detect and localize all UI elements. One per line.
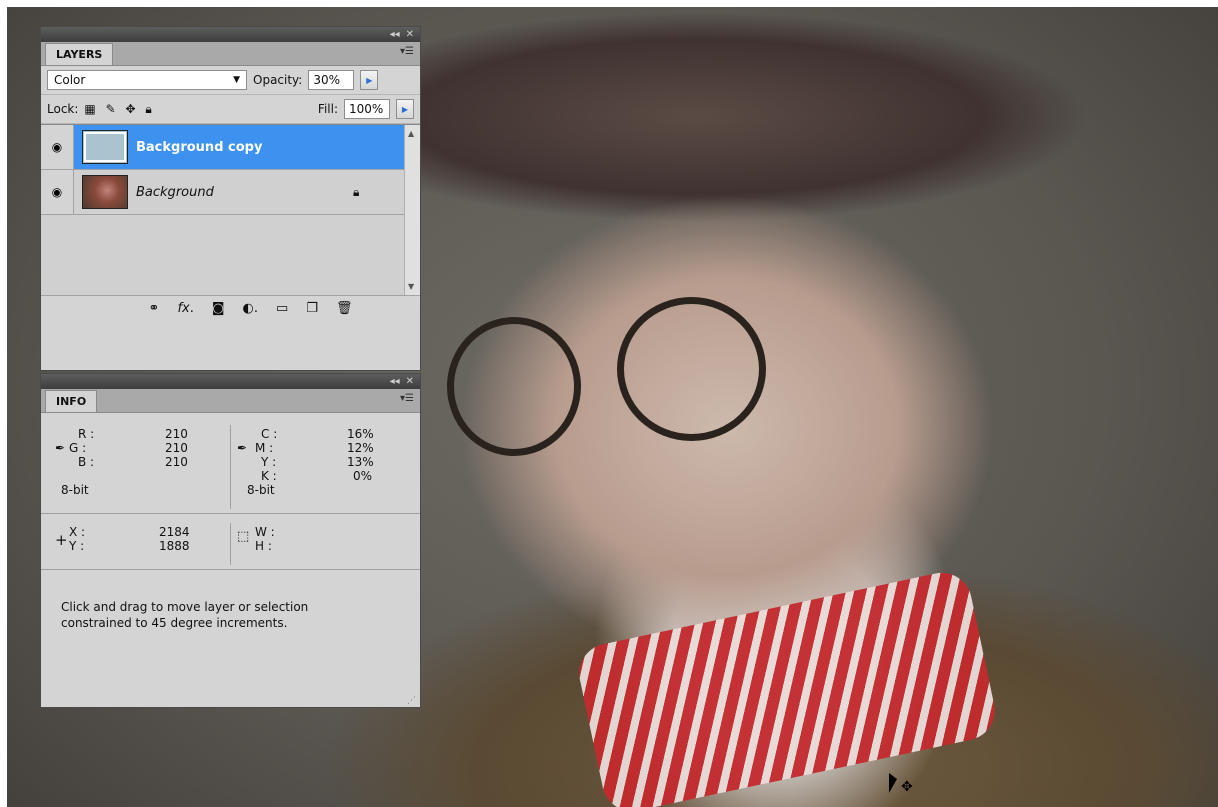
lock-all-icon[interactable]: 🔒︎ xyxy=(145,102,151,117)
layer-row-background[interactable]: ◉ Background 🔒︎ xyxy=(41,170,404,215)
info-separator xyxy=(41,513,420,514)
y-label: Y : xyxy=(261,455,277,469)
crosshair-icon: + xyxy=(55,531,68,549)
b-value: 210 xyxy=(165,455,188,469)
glasses-left-lens xyxy=(447,317,581,456)
eye-icon[interactable]: ◉ xyxy=(41,170,74,214)
layers-tab-row: LAYERS ▾☰ xyxy=(41,42,420,66)
info-panel-titlebar[interactable]: ◂◂ ✕ xyxy=(41,374,420,389)
opacity-label: Opacity: xyxy=(253,73,303,87)
cmyk-bit-depth: 8-bit xyxy=(247,483,275,497)
collapse-icon[interactable]: ◂◂ xyxy=(390,29,400,40)
status-text: Click and drag to move layer or selectio… xyxy=(61,600,309,630)
y-coord-value: 1888 xyxy=(159,539,190,553)
move-cross-icon: ✥ xyxy=(901,779,913,795)
rgb-bit-depth: 8-bit xyxy=(61,483,89,497)
glasses-right-lens xyxy=(617,297,766,441)
panel-menu-icon[interactable]: ▾☰ xyxy=(400,393,414,404)
link-layers-icon[interactable]: ⚭ xyxy=(149,301,160,316)
lock-icons: ▦ ✎ ✥ 🔒︎ xyxy=(84,102,157,117)
h-label: H : xyxy=(255,539,272,553)
info-tab-row: INFO ▾☰ xyxy=(41,389,420,413)
fill-input[interactable]: 100% xyxy=(344,99,390,119)
y-coord-label: Y : xyxy=(69,539,85,553)
y-value: 13% xyxy=(347,455,374,469)
panel-menu-icon[interactable]: ▾☰ xyxy=(400,46,414,57)
adjustment-layer-icon[interactable]: ◐. xyxy=(243,301,258,316)
r-label: R : xyxy=(78,427,95,441)
x-value: 2184 xyxy=(159,525,190,539)
close-icon[interactable]: ✕ xyxy=(406,376,414,387)
new-layer-icon[interactable]: ❐ xyxy=(306,301,318,316)
lock-transparency-icon[interactable]: ▦ xyxy=(84,102,95,116)
layers-footer: ⚭ fx. ◙ ◐. ▭ ❐ 🗑︎ xyxy=(41,295,420,320)
blend-row: Color ▼ Opacity: 30% ▶ xyxy=(41,66,420,95)
x-label: X : xyxy=(69,525,86,539)
m-label: M : xyxy=(255,441,274,455)
close-icon[interactable]: ✕ xyxy=(406,29,414,40)
layers-panel-titlebar[interactable]: ◂◂ ✕ xyxy=(41,27,420,42)
eyedropper-icon[interactable]: ✒ xyxy=(237,441,247,455)
info-divider xyxy=(230,425,231,509)
c-value: 16% xyxy=(347,427,374,441)
lock-row: Lock: ▦ ✎ ✥ 🔒︎ Fill: 100% ▶ xyxy=(41,95,420,124)
lock-position-icon[interactable]: ✥ xyxy=(125,102,135,116)
info-divider xyxy=(230,523,231,565)
c-label: C : xyxy=(261,427,278,441)
info-panel: ◂◂ ✕ INFO ▾☰ R : 210 ✒ G : 210 B : 210 8… xyxy=(40,373,421,708)
eye-icon[interactable]: ◉ xyxy=(41,125,74,169)
info-separator xyxy=(41,569,420,570)
r-value: 210 xyxy=(165,427,188,441)
m-value: 12% xyxy=(347,441,374,455)
blend-mode-select[interactable]: Color ▼ xyxy=(47,70,247,90)
trash-icon[interactable]: 🗑︎ xyxy=(336,301,353,316)
blend-mode-value: Color xyxy=(54,73,86,87)
scarf xyxy=(573,567,1001,807)
fill-slider-button[interactable]: ▶ xyxy=(396,99,414,119)
opacity-slider-button[interactable]: ▶ xyxy=(360,70,379,90)
new-group-icon[interactable]: ▭ xyxy=(276,301,288,316)
chevron-down-icon: ▼ xyxy=(233,75,240,85)
g-label: G : xyxy=(69,441,87,455)
layer-row-background-copy[interactable]: ◉ Background copy xyxy=(41,125,404,170)
info-body: R : 210 ✒ G : 210 B : 210 8-bit C : 16% … xyxy=(41,413,420,709)
layers-scrollbar[interactable]: ▲ ▼ xyxy=(404,125,420,295)
layer-thumbnail xyxy=(82,175,128,209)
add-mask-icon[interactable]: ◙ xyxy=(212,301,225,316)
layer-style-icon[interactable]: fx. xyxy=(177,301,193,316)
eyedropper-icon[interactable]: ✒ xyxy=(55,441,65,455)
layer-lock-icon: 🔒︎ xyxy=(353,184,360,199)
layer-thumbnail xyxy=(82,130,128,164)
lock-image-pixels-icon[interactable]: ✎ xyxy=(106,102,116,116)
lock-label: Lock: xyxy=(47,102,79,116)
opacity-input[interactable]: 30% xyxy=(308,70,355,90)
tab-info[interactable]: INFO xyxy=(45,390,98,412)
k-label: K : xyxy=(261,469,277,483)
collapse-icon[interactable]: ◂◂ xyxy=(390,376,400,387)
layer-name: Background xyxy=(136,184,214,200)
scroll-down-icon[interactable]: ▼ xyxy=(408,282,414,291)
fill-label: Fill: xyxy=(317,102,338,116)
layers-list: ◉ Background copy ◉ Background 🔒︎ ▲ ▼ xyxy=(41,124,420,295)
scroll-up-icon[interactable]: ▲ xyxy=(408,129,414,138)
resize-grip-icon[interactable]: ⋰ xyxy=(407,696,416,706)
layers-panel: ◂◂ ✕ LAYERS ▾☰ Color ▼ Opacity: 30% ▶ Lo… xyxy=(40,26,421,371)
b-label: B : xyxy=(78,455,95,469)
w-label: W : xyxy=(255,525,275,539)
k-value: 0% xyxy=(353,469,373,483)
tab-layers[interactable]: LAYERS xyxy=(45,43,114,65)
selection-size-icon: ⬚ xyxy=(237,529,250,544)
layer-name: Background copy xyxy=(136,139,263,155)
g-value: 210 xyxy=(165,441,188,455)
move-cursor-icon xyxy=(889,773,897,793)
